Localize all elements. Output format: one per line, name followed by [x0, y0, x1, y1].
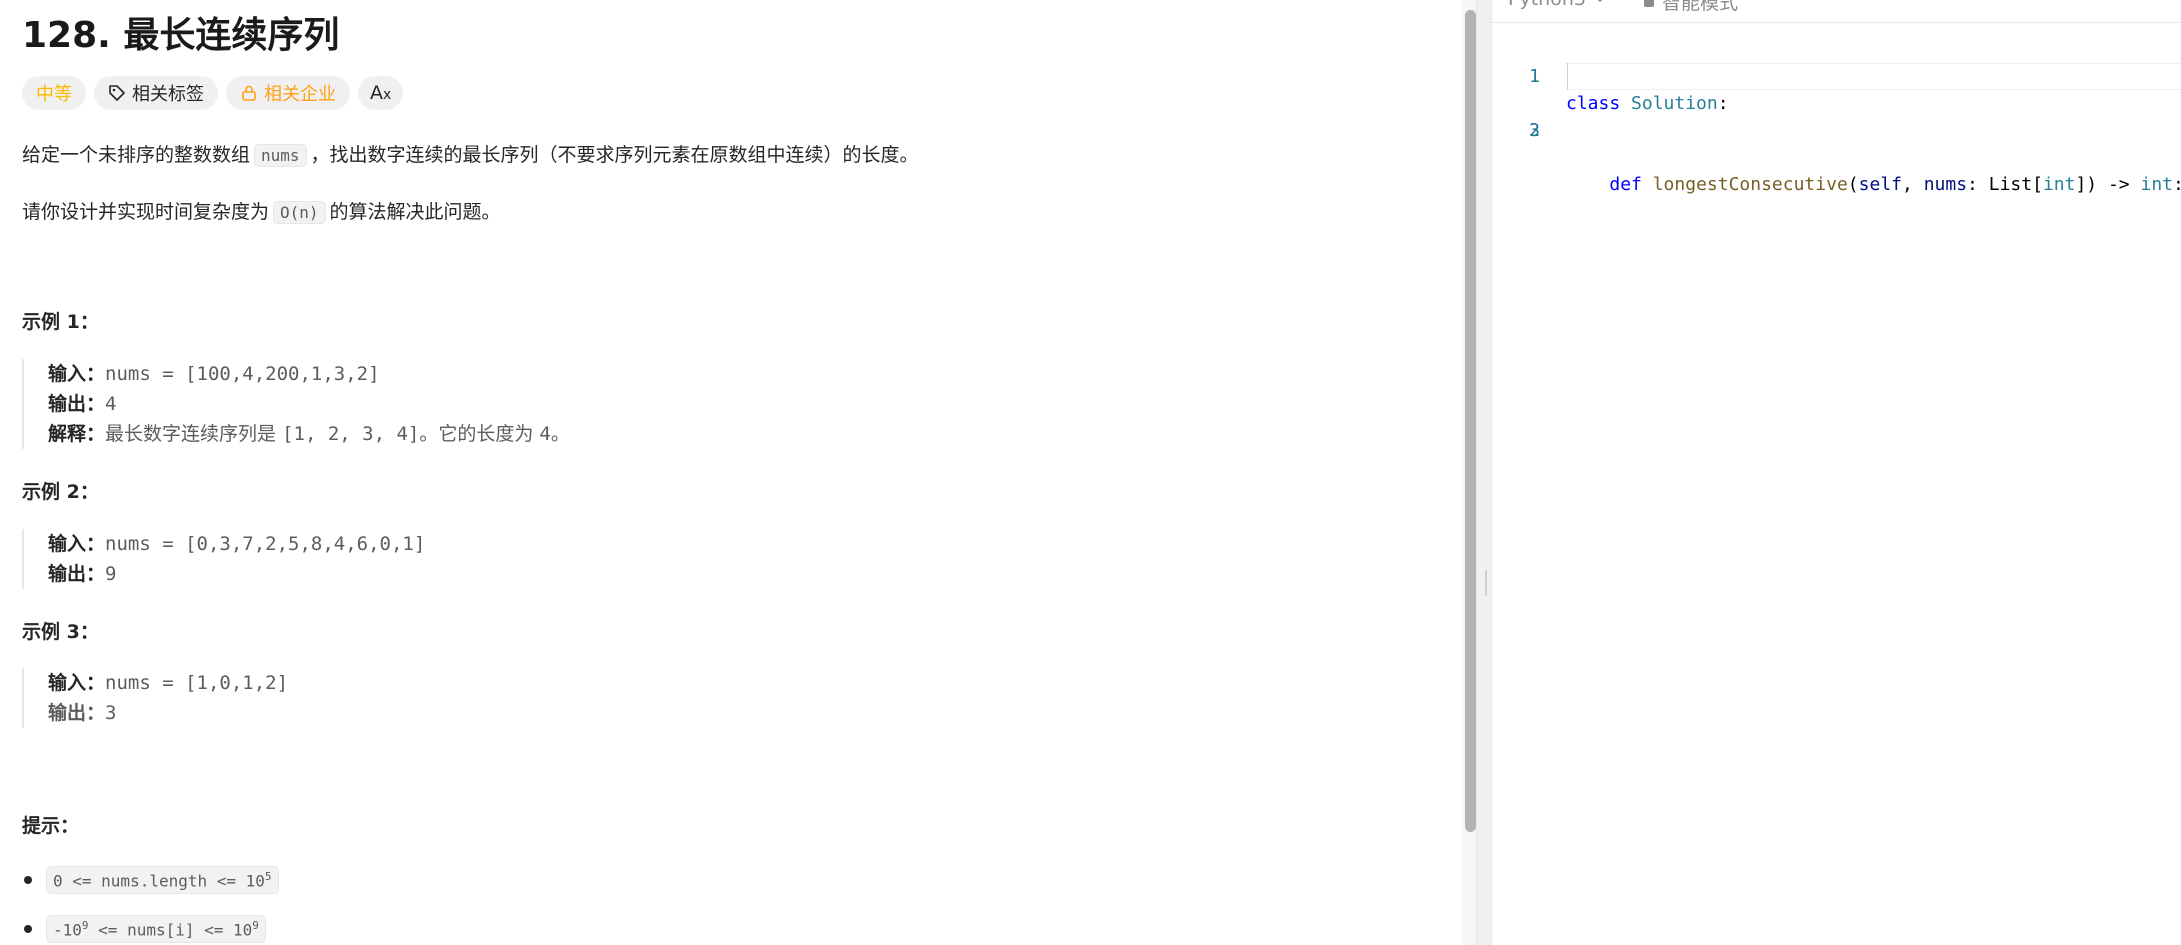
- example-1-heading: 示例 1：: [22, 311, 99, 333]
- description-scrollbar-thumb[interactable]: [1465, 10, 1476, 832]
- splitter-grip[interactable]: [1485, 570, 1487, 596]
- example-2-heading: 示例 2：: [22, 481, 99, 503]
- mode-icon: [1644, 0, 1654, 7]
- current-line-highlight: [1566, 63, 2181, 90]
- example-2-block: 输入：nums = [0,3,7,2,5,8,4,6,0,1] 输出：9: [22, 529, 425, 589]
- description-panel: 128. 最长连续序列 中等 相关标签 相关企业 Ax 给定一个未排序的整数数组…: [0, 0, 1458, 945]
- example-3-block: 输入：nums = [1,0,1,2] 输出：3: [22, 668, 288, 728]
- bullet-dot: [24, 925, 32, 934]
- description-line-1: 给定一个未排序的整数数组 nums ，找出数字连续的最长序列（不要求序列元素在原数组…: [22, 144, 919, 167]
- tag-icon: [108, 84, 126, 102]
- example-3-heading: 示例 3：: [22, 621, 99, 643]
- tag-row: 中等 相关标签 相关企业 Ax: [22, 76, 404, 110]
- complexity-code: O(n): [273, 201, 326, 224]
- difficulty-badge[interactable]: 中等: [22, 76, 86, 110]
- panel-splitter[interactable]: [1476, 0, 1492, 945]
- language-label: Python3: [1508, 0, 1586, 10]
- code-line-1[interactable]: 1 class Solution:: [1492, 36, 2181, 114]
- smart-mode-toggle[interactable]: 智能模式: [1644, 0, 1738, 15]
- description-line-2: 请你设计并实现时间复杂度为 O(n) 的算法解决此问题。: [22, 201, 501, 224]
- lock-icon: [240, 84, 258, 102]
- problem-title[interactable]: 128. 最长连续序列: [22, 6, 339, 58]
- related-companies-label: 相关企业: [264, 84, 336, 105]
- translate-icon: Ax: [370, 82, 392, 104]
- code-line-2[interactable]: 2 def longestConsecutive(self, nums: Lis…: [1492, 63, 2181, 195]
- example-1-block: 输入：nums = [100,4,200,1,3,2] 输出：4 解释：最长数字…: [22, 359, 570, 449]
- code-editor[interactable]: 1 class Solution: 2 def longestConsecuti…: [1492, 36, 2181, 195]
- constraint-1: 0 <= nums.length <= 105: [22, 866, 279, 895]
- code-editor-panel: Python3 智能模式 1 class Solution: 2 def lon…: [1492, 0, 2181, 945]
- hints-heading: 提示：: [22, 815, 80, 837]
- bullet-dot: [24, 876, 32, 885]
- smart-mode-label: 智能模式: [1662, 0, 1739, 14]
- translate-button[interactable]: Ax: [358, 76, 404, 110]
- related-companies-button[interactable]: 相关企业: [226, 76, 350, 110]
- constraint-2: -109 <= nums[i] <= 109: [22, 915, 266, 944]
- related-tags-label: 相关标签: [132, 84, 204, 105]
- chevron-down-icon: [1594, 0, 1606, 10]
- related-tags-button[interactable]: 相关标签: [94, 76, 218, 110]
- line-number: 3: [1529, 120, 1540, 141]
- language-selector[interactable]: Python3: [1508, 0, 1606, 10]
- code-line-3[interactable]: 3: [1492, 90, 2181, 141]
- editor-toolbar: Python3 智能模式: [1492, 0, 2181, 23]
- indent-guide: [1567, 63, 1568, 90]
- nums-code: nums: [254, 144, 307, 167]
